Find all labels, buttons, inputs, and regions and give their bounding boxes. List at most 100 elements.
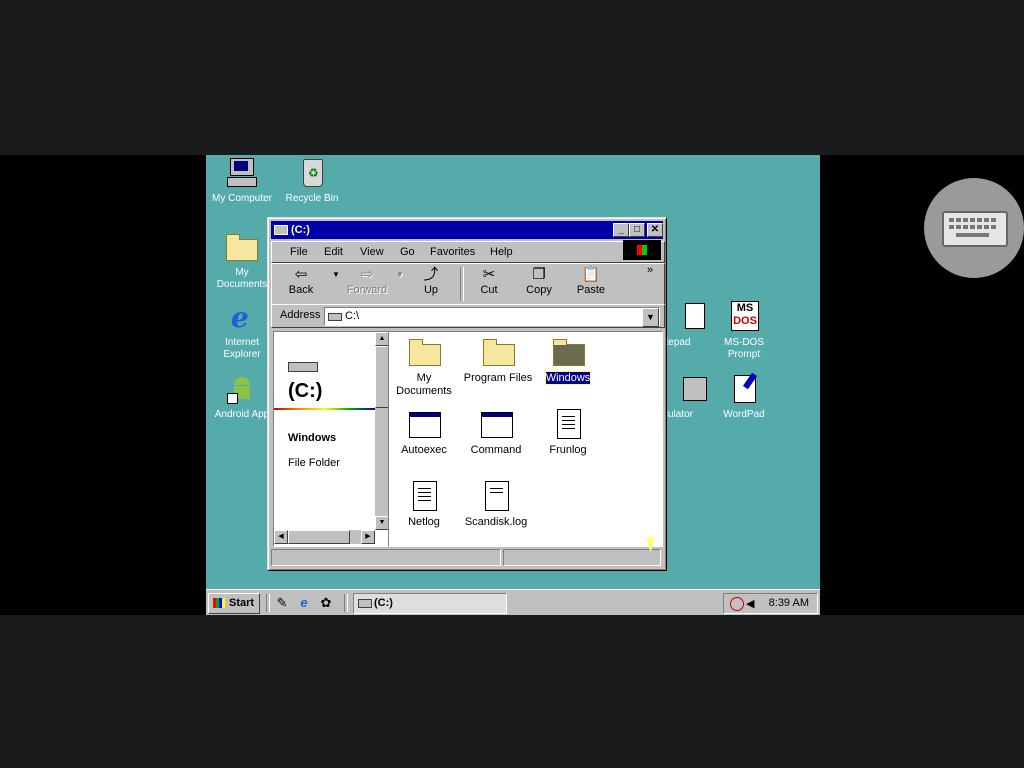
text-document-icon [408, 480, 440, 512]
paste-icon: 📋 [581, 266, 601, 283]
up-button[interactable]: ⤴ Up [408, 266, 454, 302]
drive-icon [328, 313, 342, 321]
title-bar[interactable]: (C:) _ □ ✕ [271, 221, 663, 239]
desktop-icon-my-computer[interactable]: My Computer [206, 157, 278, 205]
file-item-netlog[interactable]: Netlog [389, 480, 459, 529]
file-item-scandisk-log[interactable]: Scandisk.log [457, 480, 535, 529]
left-letterbox [0, 155, 206, 615]
forward-dropdown[interactable]: ▼ [394, 266, 406, 302]
quicklaunch-channels-icon[interactable]: ✿ [318, 595, 334, 611]
clock[interactable]: 8:39 AM [769, 597, 809, 609]
forward-button[interactable]: ⇨ Forward [344, 266, 390, 302]
file-item-frunlog[interactable]: Frunlog [533, 408, 603, 457]
file-label: My [416, 372, 432, 384]
taskbar-button-c-drive[interactable]: (C:) [353, 593, 507, 614]
desktop-icon-wordpad[interactable]: WordPad [708, 372, 780, 421]
file-item-windows[interactable]: Windows [533, 336, 603, 385]
menu-help[interactable]: Help [490, 246, 513, 258]
back-label: Back [288, 284, 314, 296]
scroll-down-button[interactable]: ▼ [375, 516, 389, 530]
scroll-right-button[interactable]: ▶ [361, 530, 375, 544]
more-chevron: » [646, 264, 654, 276]
scroll-up-button[interactable]: ▲ [375, 332, 389, 346]
address-dropdown-button[interactable]: ▼ [642, 308, 659, 327]
desktop-icon-ms-dos-prompt[interactable]: MS DOS MS-DOS Prompt [708, 301, 780, 361]
folder-icon [225, 231, 259, 263]
forward-arrow-icon: ⇨ [360, 266, 374, 283]
file-item-autoexec[interactable]: Autoexec [389, 408, 459, 457]
back-dropdown[interactable]: ▼ [330, 266, 342, 302]
hscroll-thumb[interactable] [288, 530, 350, 544]
up-label: Up [423, 284, 439, 296]
recycle-bin-icon: ♻ [295, 157, 329, 189]
taskbar-separator [266, 594, 270, 612]
forward-label: Forward [346, 284, 388, 296]
file-item-my-documents[interactable]: My Documents [389, 336, 459, 398]
status-bar [271, 548, 663, 566]
volume-icon[interactable]: ◀ [746, 597, 754, 610]
minimize-button[interactable]: _ [613, 223, 629, 237]
address-value: C:\ [345, 310, 360, 322]
copy-label: Copy [526, 284, 552, 296]
menu-view[interactable]: View [360, 246, 384, 258]
taskbar-separator [344, 594, 348, 612]
window-title: (C:) [291, 224, 310, 236]
menu-file[interactable]: File [290, 246, 308, 258]
system-tray: ◀ 8:39 AM [723, 593, 818, 614]
file-item-command[interactable]: Command [461, 408, 531, 457]
desktop-icon-label: My Computer [211, 193, 272, 204]
status-panel-zone [503, 549, 661, 566]
wordpad-icon [727, 372, 761, 405]
folder-icon [408, 336, 441, 368]
maximize-button[interactable]: □ [629, 223, 645, 237]
selected-item-type: File Folder [288, 457, 340, 469]
file-item-program-files[interactable]: Program Files [461, 336, 535, 385]
desktop[interactable]: My Computer ♻ Recycle Bin My Documents e… [206, 155, 820, 615]
start-button[interactable]: Start [208, 593, 260, 614]
address-input[interactable]: C:\ ▼ [324, 307, 660, 327]
toolbar-more-button[interactable]: » [642, 264, 658, 300]
drive-heading: (C:) [288, 380, 323, 402]
paste-label: Paste [576, 284, 606, 296]
menu-go[interactable]: Go [400, 246, 415, 258]
close-button[interactable]: ✕ [647, 223, 663, 237]
cut-button[interactable]: ✂ Cut [466, 266, 512, 302]
menu-favorites[interactable]: Favorites [430, 246, 475, 258]
vertical-scrollbar[interactable]: ▲ ▼ [375, 332, 389, 530]
batch-file-icon [408, 408, 441, 440]
explorer-window[interactable]: (C:) _ □ ✕ File Edit View Go Favorites H… [267, 217, 667, 571]
drive-icon [288, 362, 318, 372]
file-label: Frunlog [549, 444, 587, 456]
horizontal-scrollbar[interactable]: ◀ ▶ [274, 530, 375, 544]
scheduler-icon[interactable] [730, 597, 744, 611]
standard-toolbar: ⇦ Back ▼ ⇨ Forward ▼ ⤴ Up ✂ Cut ❐ Copy 📋… [271, 263, 665, 305]
folder-icon [552, 336, 585, 368]
quicklaunch-internet-explorer-icon[interactable]: e [296, 595, 312, 611]
menu-edit[interactable]: Edit [324, 246, 343, 258]
desktop-icon-recycle-bin[interactable]: ♻ Recycle Bin [276, 157, 348, 205]
dropdown-arrow-icon: ▼ [332, 270, 340, 279]
selected-item-name: Windows [288, 432, 337, 444]
desktop-icon-label: MS-DOS [724, 337, 764, 348]
copy-button[interactable]: ❐ Copy [516, 266, 562, 302]
keyboard-icon[interactable] [924, 178, 1024, 278]
scroll-thumb[interactable] [375, 346, 389, 408]
rainbow-divider [274, 408, 375, 410]
cut-label: Cut [480, 284, 498, 296]
computer-icon [225, 157, 259, 189]
log-document-icon [480, 480, 512, 512]
drive-icon [358, 599, 372, 608]
file-label: Windows [544, 371, 592, 385]
desktop-icon-label: Prompt [727, 349, 761, 360]
file-list[interactable]: My Documents Program Files Windows Autoe… [388, 331, 663, 547]
quicklaunch-show-desktop-icon[interactable]: ✎ [274, 595, 290, 611]
menu-bar: File Edit View Go Favorites Help [271, 241, 665, 263]
taskbar-button-label: (C:) [374, 597, 393, 609]
file-label: Netlog [408, 516, 440, 528]
windows-logo-icon [623, 240, 661, 260]
folder-info-pane: (C:) Windows File Folder ▲ ▼ ◀ ▶ [273, 331, 389, 547]
back-button[interactable]: ⇦ Back [278, 266, 324, 302]
scroll-left-button[interactable]: ◀ [274, 530, 288, 544]
drive-icon [274, 225, 288, 235]
paste-button[interactable]: 📋 Paste [568, 266, 614, 302]
